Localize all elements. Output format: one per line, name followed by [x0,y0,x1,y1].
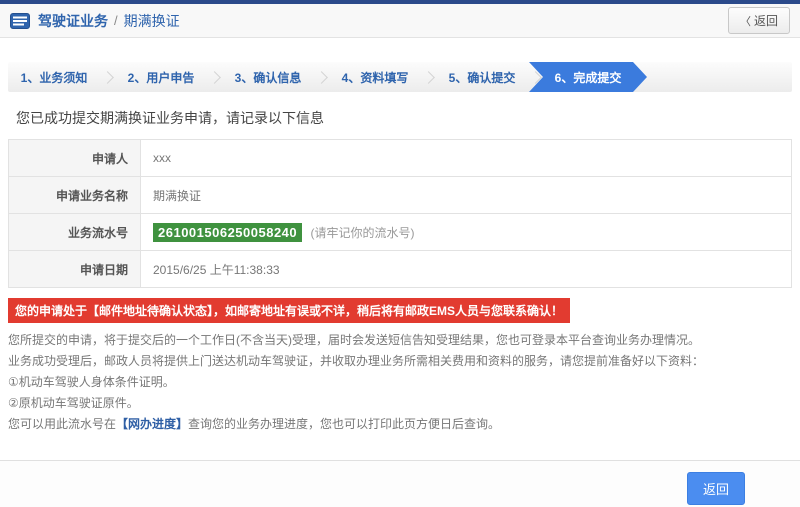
chevron-right-separator [315,71,328,84]
row-label: 申请人 [9,140,141,177]
result-info-table: 申请人 xxx 申请业务名称 期满换证 业务流水号 26100150625005… [8,139,792,288]
chevron-right-separator [208,71,221,84]
row-value: 期满换证 [141,177,792,214]
row-value: 2015/6/25 上午11:38:33 [141,251,792,288]
progress-link: 【网办进度】 [116,417,188,431]
notice-block: 您所提交的申请，将于提交后的一个工作日(不含当天)受理，届时会发送短信告知受理结… [8,330,792,435]
row-label: 业务流水号 [9,214,141,251]
serial-note: (请牢记你的流水号) [310,226,414,240]
chevron-right-separator [422,71,435,84]
result-title: 您已成功提交期满换证业务申请，请记录以下信息 [16,108,800,128]
chevron-right-separator [101,71,114,84]
step-item-6-active: 6、完成提交 [529,62,647,92]
progress-note-prefix: 您可以用此流水号在 [8,417,116,431]
back-button-top[interactable]: 〈 返回 [728,7,790,34]
step-item-4: 4、资料填写 [329,62,421,92]
license-card-icon [10,13,30,29]
step-item-3: 3、确认信息 [222,62,314,92]
notice-item-2: ②原机动车驾驶证原件。 [8,393,792,414]
breadcrumb-page: 期满换证 [124,11,180,31]
table-row: 业务流水号 261001506250058240 (请牢记你的流水号) [9,214,792,251]
step-item-2: 2、用户申告 [115,62,207,92]
footer-bar: 返回 [0,460,800,507]
notice-paragraph-1: 您所提交的申请，将于提交后的一个工作日(不含当天)受理，届时会发送短信告知受理结… [8,330,792,351]
step-item-5: 5、确认提交 [436,62,528,92]
table-row: 申请业务名称 期满换证 [9,177,792,214]
chevron-left-icon: 〈 [740,13,751,29]
progress-note-suffix: 查询您的业务办理进度，您也可以打印此页方便日后查询。 [188,417,500,431]
row-label: 申请日期 [9,251,141,288]
wizard-steps-bar: 1、业务须知 2、用户申告 3、确认信息 4、资料填写 5、确认提交 6、完成提… [8,62,792,92]
return-button[interactable]: 返回 [687,472,745,505]
back-button-label: 返回 [754,12,778,29]
notice-item-1: ①机动车驾驶人身体条件证明。 [8,372,792,393]
warning-banner: 您的申请处于【邮件地址待确认状态】，如邮寄地址有误或不详，稍后将有邮政EMS人员… [8,298,570,323]
row-label: 申请业务名称 [9,177,141,214]
table-row: 申请人 xxx [9,140,792,177]
progress-note: 您可以用此流水号在【网办进度】查询您的业务办理进度，您也可以打印此页方便日后查询… [8,414,792,435]
serial-number-badge: 261001506250058240 [153,223,302,242]
notice-paragraph-2: 业务成功受理后，邮政人员将提供上门送达机动车驾驶证，并收取办理业务所需相关费用和… [8,351,792,372]
row-value: 261001506250058240 (请牢记你的流水号) [141,214,792,251]
breadcrumb-separator: / [114,13,118,28]
page-header: 驾驶证业务 / 期满换证 〈 返回 [0,4,800,38]
row-value: xxx [141,140,792,177]
table-row: 申请日期 2015/6/25 上午11:38:33 [9,251,792,288]
step-item-1: 1、业务须知 [8,62,100,92]
breadcrumb-section: 驾驶证业务 [38,11,108,31]
